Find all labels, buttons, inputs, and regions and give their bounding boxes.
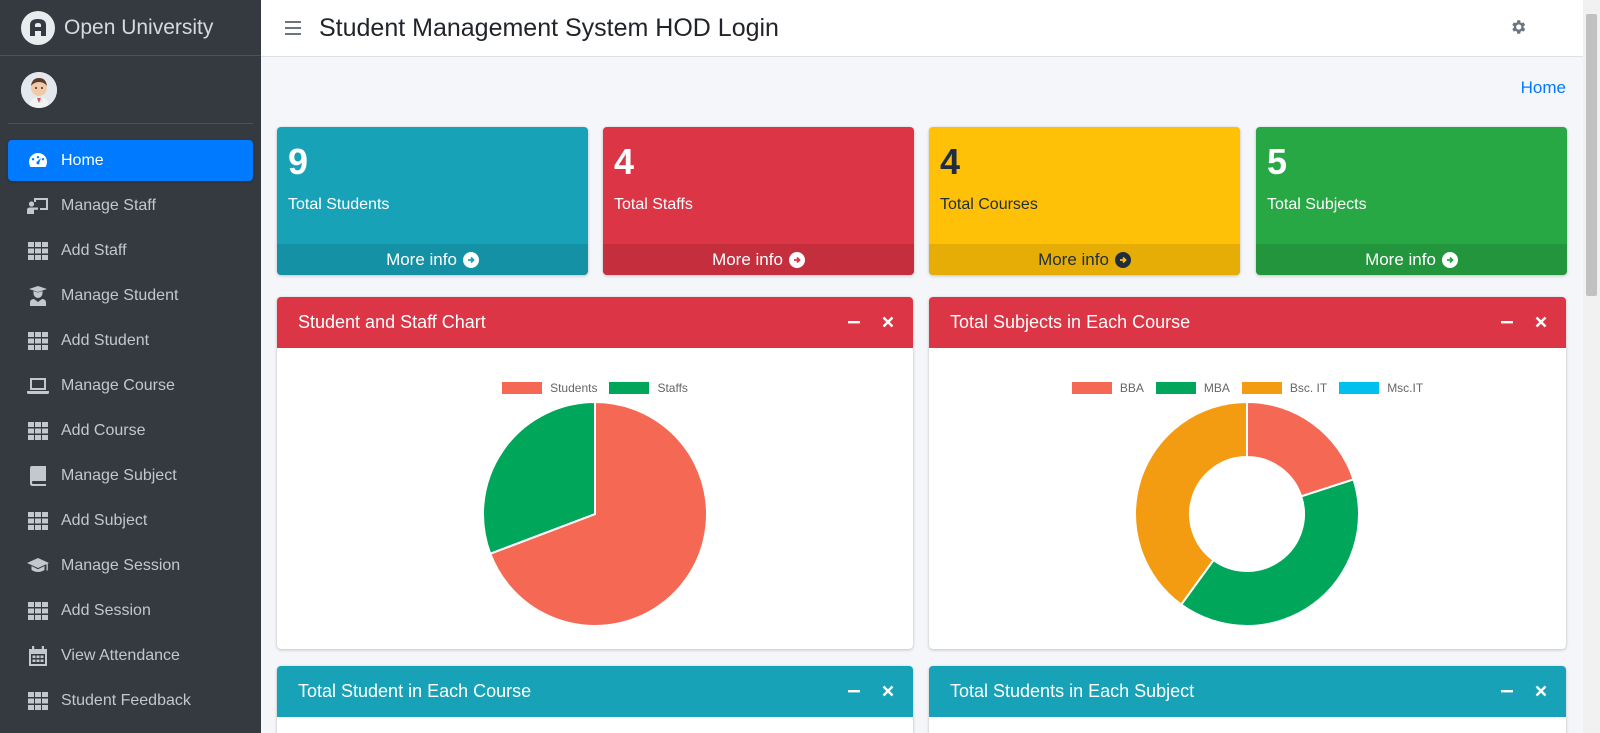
minus-icon[interactable] [847, 683, 861, 699]
calendar-icon [27, 645, 49, 666]
stat-value: 4 [614, 141, 635, 182]
sidebar-item-view-attendance[interactable]: View Attendance [8, 635, 253, 676]
sidebar-item-label: Manage Session [61, 556, 181, 574]
stat-label: Total Courses [940, 196, 1038, 213]
sidebar-item-label: Add Session [61, 601, 151, 619]
laptop-icon [27, 376, 49, 396]
sidebar-item-add-staff[interactable]: Add Staff [8, 230, 253, 271]
sidebar-item-manage-student[interactable]: Manage Student [8, 275, 253, 316]
stat-value: 4 [940, 141, 961, 182]
slice-mba[interactable] [1179, 478, 1360, 627]
card-header: Total Student in Each Course [277, 666, 913, 717]
grid-icon [27, 691, 49, 711]
grid-icon [27, 421, 49, 441]
gear-icon[interactable] [1509, 18, 1527, 41]
sidebar-item-label: Manage Student [61, 286, 179, 304]
card-student-staff-chart: Student and Staff Chart Students Staffs [277, 297, 913, 649]
sidebar-item-student-feedback[interactable]: Student Feedback [8, 680, 253, 721]
card-students-per-course: Total Student in Each Course [277, 666, 913, 733]
stat-value: 5 [1267, 141, 1288, 182]
stat-box-subjects: 5 Total Subjects More info [1256, 127, 1567, 275]
stat-box-students: 9 Total Students More info [277, 127, 588, 275]
sidebar-item-manage-staff[interactable]: Manage Staff [8, 185, 253, 226]
user-panel [8, 56, 253, 124]
sidebar-item-add-session[interactable]: Add Session [8, 590, 253, 631]
sidebar-item-manage-course[interactable]: Manage Course [8, 365, 253, 406]
grid-icon [27, 511, 49, 531]
chalkboard-teacher-icon [27, 196, 49, 216]
card-subjects-per-course: Total Subjects in Each Course BBA MBA Bsc.… [929, 297, 1566, 649]
more-info-link[interactable]: More info [1256, 244, 1567, 275]
stat-value: 9 [288, 141, 309, 182]
brand-name: Open University [64, 15, 214, 39]
sidebar-item-label: Add Course [61, 421, 146, 439]
more-info-link[interactable]: More info [277, 244, 588, 275]
sidebar-item-label: Add Staff [61, 241, 127, 259]
card-students-per-subject: Total Students in Each Subject [929, 666, 1566, 733]
sidebar-item-label: Add Subject [61, 511, 148, 529]
menu-toggle-icon[interactable] [285, 21, 301, 35]
stat-label: Total Subjects [1267, 196, 1367, 213]
sidebar-item-add-course[interactable]: Add Course [8, 410, 253, 451]
page-title: Student Management System HOD Login [319, 13, 779, 42]
top-navbar: Student Management System HOD Login [261, 0, 1583, 57]
card-tools [1500, 683, 1548, 699]
sidebar-item-add-student[interactable]: Add Student [8, 320, 253, 361]
close-icon[interactable] [1534, 683, 1548, 699]
avatar[interactable] [21, 71, 57, 108]
card-title: Total Students in Each Subject [950, 681, 1195, 701]
more-info-link[interactable]: More info [603, 244, 914, 275]
more-info-label: More info [1038, 249, 1109, 269]
stat-box-courses: 4 Total Courses More info [929, 127, 1240, 275]
card-tools [847, 683, 895, 699]
grid-icon [27, 601, 49, 621]
graduation-cap-icon [27, 556, 49, 576]
sidebar: Open University Home Manage Staff Add Staf… [0, 0, 261, 733]
arrow-circle-right-icon [1441, 251, 1458, 268]
sidebar-item-manage-subject[interactable]: Manage Subject [8, 455, 253, 496]
book-icon [27, 465, 49, 486]
page-scrollbar[interactable] [1583, 0, 1600, 733]
more-info-label: More info [1365, 249, 1436, 269]
arrow-circle-right-icon [788, 251, 805, 268]
arrow-circle-right-icon [462, 251, 479, 268]
scroll-thumb[interactable] [1586, 14, 1597, 296]
brand-logo-icon [21, 10, 55, 45]
dashboard-icon [27, 151, 49, 171]
grid-icon [27, 331, 49, 351]
card-title: Total Student in Each Course [298, 681, 532, 701]
sidebar-item-label: Manage Staff [61, 196, 156, 214]
sidebar-nav: Home Manage Staff Add Staff Manage Student A… [0, 140, 261, 721]
grid-icon [27, 241, 49, 261]
breadcrumb-home[interactable]: Home [1521, 78, 1566, 98]
user-graduate-icon [27, 285, 49, 306]
more-info-label: More info [712, 249, 783, 269]
close-icon[interactable] [881, 683, 895, 699]
brand-link[interactable]: Open University [0, 0, 261, 56]
stat-label: Total Staffs [614, 196, 693, 213]
pie-chart [482, 400, 708, 627]
minus-icon[interactable] [1500, 683, 1514, 699]
stat-label: Total Students [288, 196, 390, 213]
sidebar-item-label: Add Student [61, 331, 150, 349]
sidebar-item-label: View Attendance [61, 646, 180, 664]
slice-bba[interactable] [1246, 400, 1355, 498]
card-header: Total Students in Each Subject [929, 666, 1566, 717]
sidebar-item-manage-session[interactable]: Manage Session [8, 545, 253, 586]
more-info-link[interactable]: More info [929, 244, 1240, 275]
sidebar-item-label: Student Feedback [61, 691, 191, 709]
sidebar-item-add-subject[interactable]: Add Subject [8, 500, 253, 541]
more-info-label: More info [386, 249, 457, 269]
sidebar-item-label: Manage Subject [61, 466, 177, 484]
sidebar-item-label: Manage Course [61, 376, 175, 394]
sidebar-item-home[interactable]: Home [8, 140, 253, 181]
sidebar-item-label: Home [61, 151, 104, 169]
stat-box-staffs: 4 Total Staffs More info [603, 127, 914, 275]
arrow-circle-right-icon [1114, 251, 1131, 268]
doughnut-chart [1134, 400, 1360, 627]
